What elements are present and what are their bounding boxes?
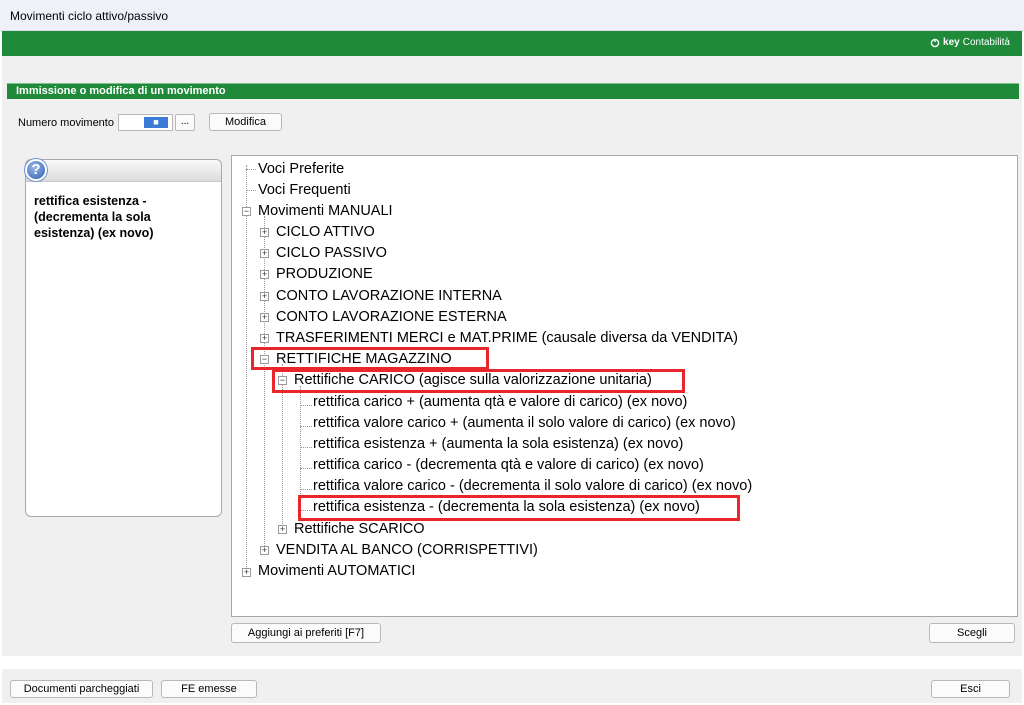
- app-header: key Contabilità: [2, 31, 1022, 56]
- tree-item-rettifiche-scarico[interactable]: Rettifiche SCARICO: [294, 520, 425, 538]
- tree-item-conto-lavorazione-interna[interactable]: CONTO LAVORAZIONE INTERNA: [276, 287, 502, 305]
- expand-movimenti-automatici[interactable]: +: [242, 568, 251, 577]
- tree-item-voci-preferite[interactable]: Voci Preferite: [258, 160, 344, 178]
- brand-logo: key Contabilità: [930, 37, 1010, 48]
- help-panel: ? rettifica esistenza - (decrementa la s…: [25, 159, 222, 517]
- tree-item-voci-frequenti[interactable]: Voci Frequenti: [258, 181, 351, 199]
- tree-connector: [246, 169, 256, 170]
- expand-produzione[interactable]: +: [260, 270, 269, 279]
- expand-vendita-al-banco[interactable]: +: [260, 546, 269, 555]
- tree-item-rettifica-carico-minus[interactable]: rettifica carico - (decrementa qtà e val…: [313, 456, 704, 474]
- tree-item-produzione[interactable]: PRODUZIONE: [276, 265, 373, 283]
- tree-connector: [300, 426, 312, 427]
- tree-item-conto-lavorazione-esterna[interactable]: CONTO LAVORAZIONE ESTERNA: [276, 308, 507, 326]
- numero-movimento-label: Numero movimento: [18, 117, 114, 129]
- question-icon: ?: [25, 159, 47, 181]
- expand-rettifiche-scarico[interactable]: +: [278, 525, 287, 534]
- numero-movimento-input[interactable]: ■: [118, 114, 173, 131]
- tree-item-movimenti-automatici[interactable]: Movimenti AUTOMATICI: [258, 562, 415, 580]
- tree-item-vendita-al-banco[interactable]: VENDITA AL BANCO (CORRISPETTIVI): [276, 541, 538, 559]
- highlight-box: [251, 347, 489, 370]
- title-bar: Movimenti ciclo attivo/passivo: [0, 0, 1024, 31]
- esci-button[interactable]: Esci: [931, 680, 1010, 698]
- collapse-movimenti-manuali[interactable]: −: [242, 207, 251, 216]
- aggiungi-preferiti-button[interactable]: Aggiungi ai preferiti [F7]: [231, 623, 381, 643]
- help-description: rettifica esistenza - (decrementa la sol…: [34, 194, 154, 240]
- documenti-parcheggiati-button[interactable]: Documenti parcheggiati: [10, 680, 153, 698]
- tree-item-movimenti-manuali[interactable]: Movimenti MANUALI: [258, 202, 393, 220]
- lookup-button[interactable]: ...: [175, 114, 195, 131]
- expand-ciclo-passivo[interactable]: +: [260, 249, 269, 258]
- tree-item-rettifica-esistenza-plus[interactable]: rettifica esistenza + (aumenta la sola e…: [313, 435, 683, 453]
- expand-conto-lavorazione-interna[interactable]: +: [260, 292, 269, 301]
- tree-item-rettifica-valore-carico-minus[interactable]: rettifica valore carico - (decrementa il…: [313, 477, 752, 495]
- tree-item-trasferimenti[interactable]: TRASFERIMENTI MERCI e MAT.PRIME (causale…: [276, 329, 738, 347]
- tree-item-ciclo-passivo[interactable]: CICLO PASSIVO: [276, 244, 387, 262]
- expand-conto-lavorazione-esterna[interactable]: +: [260, 313, 269, 322]
- tree-item-rettifica-carico-plus[interactable]: rettifica carico + (aumenta qtà e valore…: [313, 393, 687, 411]
- numero-movimento-value: ■: [144, 117, 168, 128]
- brand-name-key: key: [943, 37, 960, 48]
- footer-strip: [2, 669, 1022, 703]
- expand-trasferimenti[interactable]: +: [260, 334, 269, 343]
- scegli-button[interactable]: Scegli: [929, 623, 1015, 643]
- fe-emesse-button[interactable]: FE emesse: [161, 680, 257, 698]
- footer-bar: [0, 656, 1024, 705]
- highlight-box: [298, 495, 740, 521]
- expand-ciclo-attivo[interactable]: +: [260, 228, 269, 237]
- section-title: Immissione o modifica di un movimento: [16, 85, 226, 97]
- tree-connector: [300, 489, 312, 490]
- tree-item-ciclo-attivo[interactable]: CICLO ATTIVO: [276, 223, 375, 241]
- tree-connector: [264, 216, 265, 552]
- window-title: Movimenti ciclo attivo/passivo: [10, 9, 169, 23]
- tree-item-rettifica-valore-carico-plus[interactable]: rettifica valore carico + (aumenta il so…: [313, 414, 736, 432]
- tree-connector: [300, 405, 312, 406]
- tree-connector: [246, 165, 247, 573]
- key-logo-icon: [930, 38, 940, 47]
- brand-name-product: Contabilità: [962, 37, 1010, 48]
- highlight-box: [272, 369, 685, 393]
- movement-tree[interactable]: − + + + + + + − − + + + Voci Preferite V…: [231, 155, 1018, 617]
- section-header: Immissione o modifica di un movimento: [7, 83, 1019, 99]
- tree-connector: [246, 190, 256, 191]
- modifica-button[interactable]: Modifica: [209, 113, 282, 131]
- help-panel-header: [26, 160, 221, 182]
- tree-connector: [300, 447, 312, 448]
- tree-connector: [300, 468, 312, 469]
- main-area: Immissione o modifica di un movimento Nu…: [2, 56, 1022, 656]
